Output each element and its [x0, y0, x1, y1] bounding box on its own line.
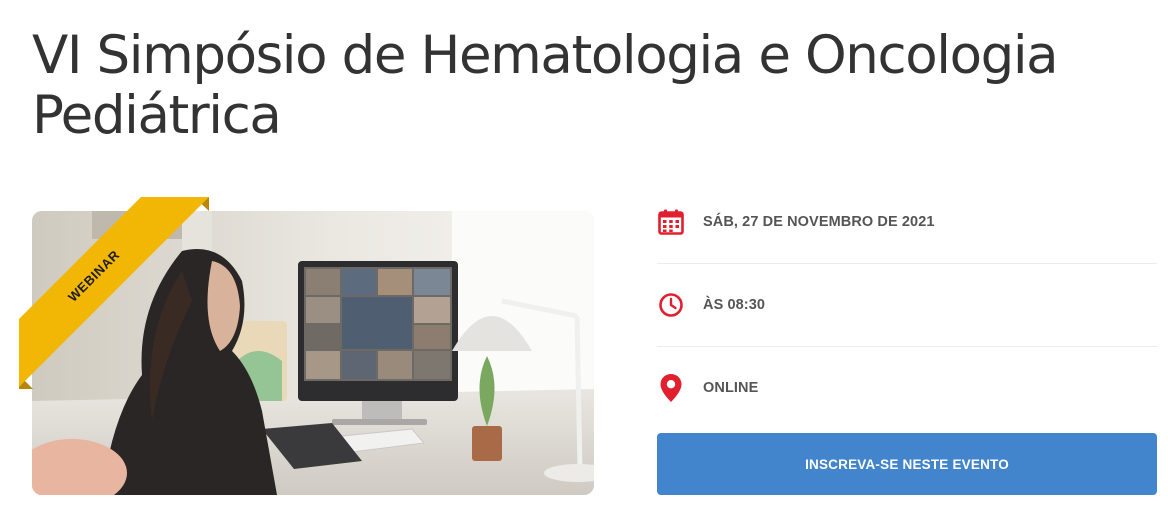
- calendar-icon: [657, 208, 685, 236]
- event-location: ONLINE: [703, 380, 759, 396]
- event-location-row: ONLINE: [657, 347, 1157, 429]
- webinar-ribbon: WEBINAR: [19, 197, 209, 389]
- event-time: ÀS 08:30: [703, 297, 766, 313]
- clock-icon: [657, 291, 685, 319]
- event-time-row: ÀS 08:30: [657, 264, 1157, 347]
- page-title: VI Simpósio de Hematologia e Oncologia P…: [32, 25, 1059, 146]
- event-page: VI Simpósio de Hematologia e Oncologia P…: [0, 0, 1168, 530]
- map-pin-icon: [657, 374, 685, 402]
- event-date: SÁB, 27 DE NOVEMBRO DE 2021: [703, 214, 935, 230]
- event-date-row: SÁB, 27 DE NOVEMBRO DE 2021: [657, 181, 1157, 264]
- register-button[interactable]: INSCREVA-SE NESTE EVENTO: [657, 433, 1157, 495]
